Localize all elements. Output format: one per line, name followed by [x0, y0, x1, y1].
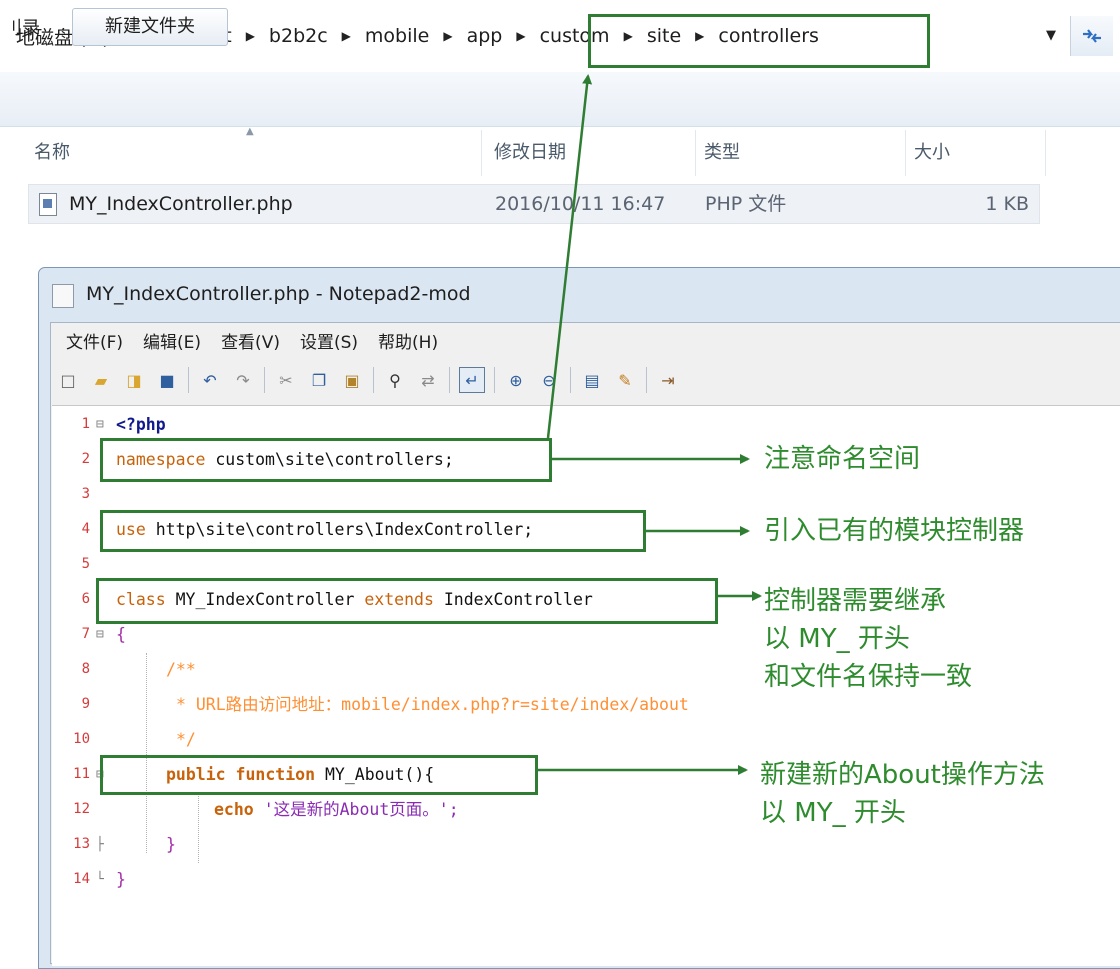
note-use: 引入已有的模块控制器: [764, 516, 1025, 546]
note-method: 新建新的About操作方法 以 MY_ 开头: [760, 760, 1045, 828]
note-namespace: 注意命名空间: [764, 444, 921, 474]
note-class: 控制器需要继承 以 MY_ 开头 和文件名保持一致: [764, 586, 973, 692]
